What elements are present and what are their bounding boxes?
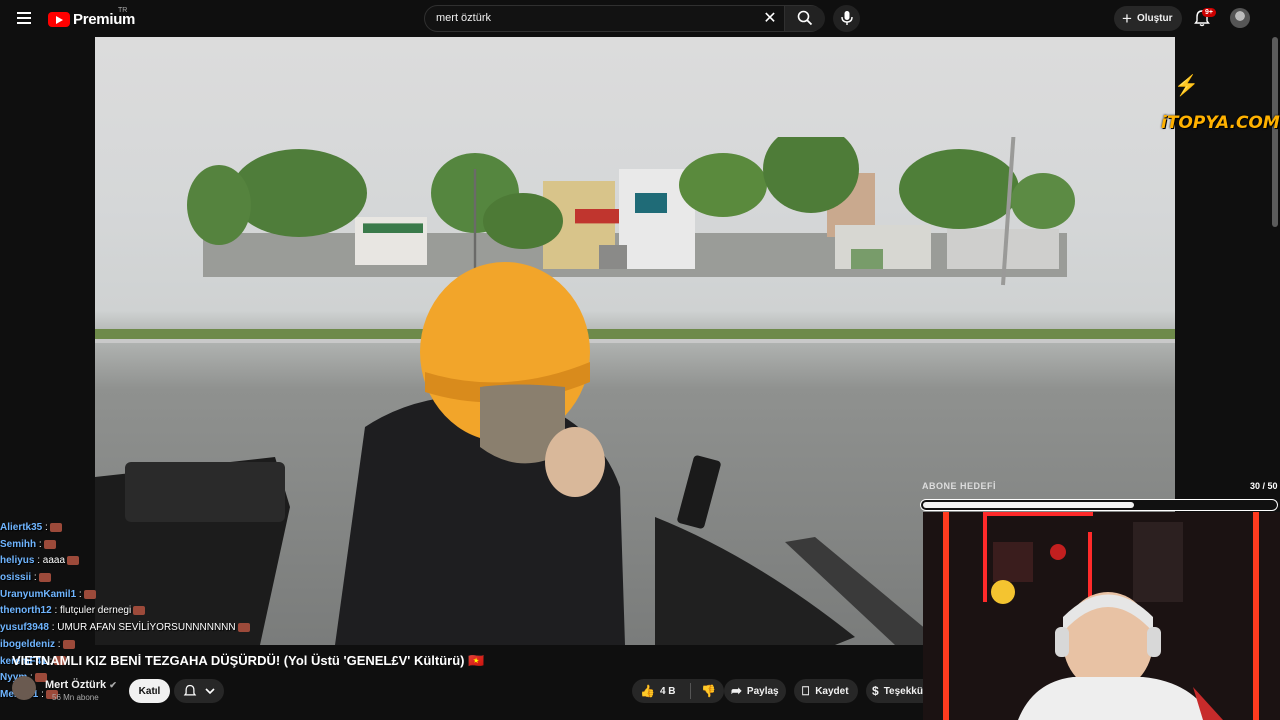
chat-username: Semihh <box>0 538 37 550</box>
like-button[interactable]: 👍 4 B <box>632 684 690 698</box>
live-chat-overlay: Aliertk35 : Semihh : heliyus : aaaa osissii… <box>0 520 250 704</box>
save-label: Kaydet <box>815 685 849 697</box>
clear-search-icon[interactable]: ✕ <box>761 9 779 29</box>
chat-message: heliyus : aaaa <box>0 553 240 570</box>
chat-username: osissii <box>0 572 32 584</box>
verified-icon: ✔ <box>109 680 117 690</box>
search-input[interactable] <box>434 11 758 25</box>
notification-badge: 9+ <box>1202 8 1216 17</box>
share-label: Paylaş <box>746 685 779 697</box>
create-button[interactable]: + Oluştur <box>1114 6 1182 31</box>
itopya-logo-icon: ⚡ <box>1174 75 1199 97</box>
webcam-scene <box>923 512 1280 720</box>
emote-icon <box>133 606 146 616</box>
emote-icon <box>38 572 51 582</box>
emote-icon <box>67 556 80 566</box>
emote-icon <box>83 589 96 599</box>
channel-avatar[interactable] <box>12 676 36 700</box>
youtube-play-icon <box>48 11 70 27</box>
chat-message: Aliertk35 : <box>0 520 240 537</box>
chat-message: thenorth12 : flutçuler dernegi <box>0 603 240 620</box>
chat-text: : <box>57 638 61 650</box>
voice-search-button[interactable] <box>833 5 860 32</box>
emote-icon <box>237 622 250 632</box>
like-count: 4 B <box>659 685 676 697</box>
emote-icon <box>49 522 62 532</box>
chat-username: thenorth12 <box>0 605 52 617</box>
video-title: VIETNAMLI KIZ BENİ TEZGAHA DÜŞÜRDÜ! (Yol… <box>12 653 485 668</box>
thumbs-down-icon: 👎 <box>701 684 716 698</box>
chat-text: : <box>45 522 48 533</box>
chat-text: : UMUR AFAN SEVİLİYORSUNNNNNNN <box>51 622 236 634</box>
thumbs-up-icon: 👍 <box>640 684 655 698</box>
chat-message: Semihh : <box>0 537 240 554</box>
chat-username: UranyumKamil1 <box>0 588 77 600</box>
chat-text: : <box>38 538 42 550</box>
join-button[interactable]: Katıl <box>129 679 170 703</box>
chat-text: : <box>41 688 44 700</box>
youtube-premium-logo[interactable]: Premium TR <box>48 7 135 29</box>
plus-icon: + <box>1122 8 1132 28</box>
chat-message: osissii : <box>0 570 240 587</box>
like-dislike-group: 👍 4 B 👎 <box>632 679 724 703</box>
chat-message: UranyumKamil1 : <box>0 587 240 604</box>
subscription-bell-button[interactable] <box>174 679 224 703</box>
bookmark-icon: ⎕ <box>802 683 810 698</box>
dislike-button[interactable]: 👎 <box>691 684 716 698</box>
chat-username: heliyus <box>0 555 35 567</box>
search-button[interactable] <box>784 6 825 31</box>
subscriber-goal-bar <box>920 499 1278 511</box>
save-button[interactable]: ⎕ Kaydet <box>794 679 858 703</box>
chat-username: ibogeldeniz <box>0 638 55 650</box>
share-icon: ➦ <box>731 683 742 698</box>
account-avatar[interactable] <box>1230 8 1250 28</box>
chat-text: : flutçuler dernegi <box>54 605 132 617</box>
chat-message: yusuf3948 : UMUR AFAN SEVİLİYORSUNNNNNNN <box>0 620 250 637</box>
region-code: TR <box>118 7 128 14</box>
search-icon <box>797 10 813 26</box>
webcam-overlay <box>923 512 1280 720</box>
thanks-button[interactable]: $ Teşekkü <box>866 679 926 703</box>
emote-icon <box>62 639 75 649</box>
chat-message: ibogeldeniz : <box>0 637 240 654</box>
subscriber-goal-label: ABONE HEDEFİ <box>922 481 997 491</box>
search-box: ✕ <box>424 5 825 32</box>
channel-name-text: Mert Öztürk <box>45 679 107 691</box>
thanks-label: Teşekkü <box>883 685 923 697</box>
chat-text: : <box>33 572 37 584</box>
subscriber-count: 56 Mn abone <box>52 693 99 702</box>
subscriber-goal-fill <box>923 502 1135 508</box>
emote-icon <box>43 539 56 549</box>
chat-username: Aliertk35 <box>0 522 43 533</box>
top-bar: Premium TR ✕ + Oluştur 9+ <box>0 0 1280 37</box>
create-label: Oluştur <box>1136 13 1173 24</box>
menu-icon[interactable] <box>12 6 36 30</box>
microphone-icon <box>841 11 853 25</box>
chat-username: yusuf3948 <box>0 622 49 634</box>
sponsor-brand: iTOPYA.COM <box>1161 113 1280 133</box>
chevron-down-icon <box>205 688 215 695</box>
share-button[interactable]: ➦ Paylaş <box>724 679 786 703</box>
channel-name[interactable]: Mert Öztürk ✔ <box>45 679 117 691</box>
bell-icon <box>183 684 197 696</box>
super-thanks-icon: $ <box>872 684 879 698</box>
chat-text: : <box>78 588 82 600</box>
chat-text: : aaaa <box>37 555 66 567</box>
subscriber-goal-count: 30 / 50 <box>1250 481 1278 491</box>
